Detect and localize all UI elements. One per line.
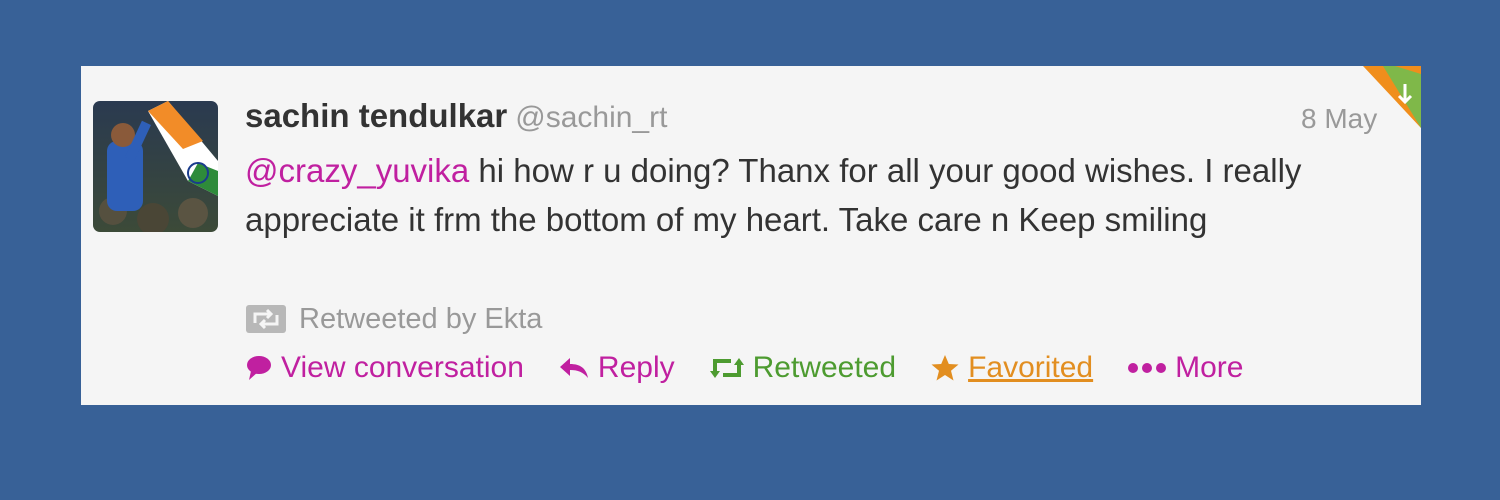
tweet-timestamp[interactable]: 8 May <box>1301 103 1377 135</box>
reply-button[interactable]: Reply <box>558 351 675 385</box>
more-label: More <box>1175 351 1244 384</box>
view-conversation-label: View conversation <box>281 351 524 384</box>
favorited-label: Favorited <box>968 351 1094 384</box>
tweet-card[interactable]: sachin tendulkar @sachin_rt 8 May @crazy_… <box>81 66 1421 405</box>
view-conversation-button[interactable]: View conversation <box>245 351 524 385</box>
favorited-button[interactable]: Favorited <box>930 351 1093 385</box>
reply-arrow-icon <box>559 358 588 378</box>
tweet-actions: View conversation Reply Retweeted Favori… <box>245 348 1277 388</box>
ellipsis-icon <box>1128 363 1167 373</box>
tweet-text: @crazy_yuvika hi how r u doing? Thanx fo… <box>245 146 1365 244</box>
retweeted-by: Retweeted by Ekta <box>245 301 542 337</box>
retweeted-by-text[interactable]: Retweeted by Ekta <box>299 303 542 336</box>
more-button[interactable]: More <box>1127 351 1243 385</box>
tweet-header: sachin tendulkar @sachin_rt <box>245 97 667 135</box>
speech-bubble-icon <box>247 356 271 380</box>
reply-label: Reply <box>597 351 675 384</box>
mention-link[interactable]: @crazy_yuvika <box>245 152 469 189</box>
star-icon <box>931 355 959 381</box>
retweet-box-icon <box>246 305 286 333</box>
retweeted-button[interactable]: Retweeted <box>709 351 896 385</box>
avatar[interactable] <box>93 101 218 232</box>
author-name[interactable]: sachin tendulkar <box>245 97 507 134</box>
author-handle[interactable]: @sachin_rt <box>515 101 667 134</box>
avatar-photo <box>93 101 218 232</box>
retweet-icon <box>709 358 744 378</box>
retweeted-label: Retweeted <box>752 351 897 384</box>
